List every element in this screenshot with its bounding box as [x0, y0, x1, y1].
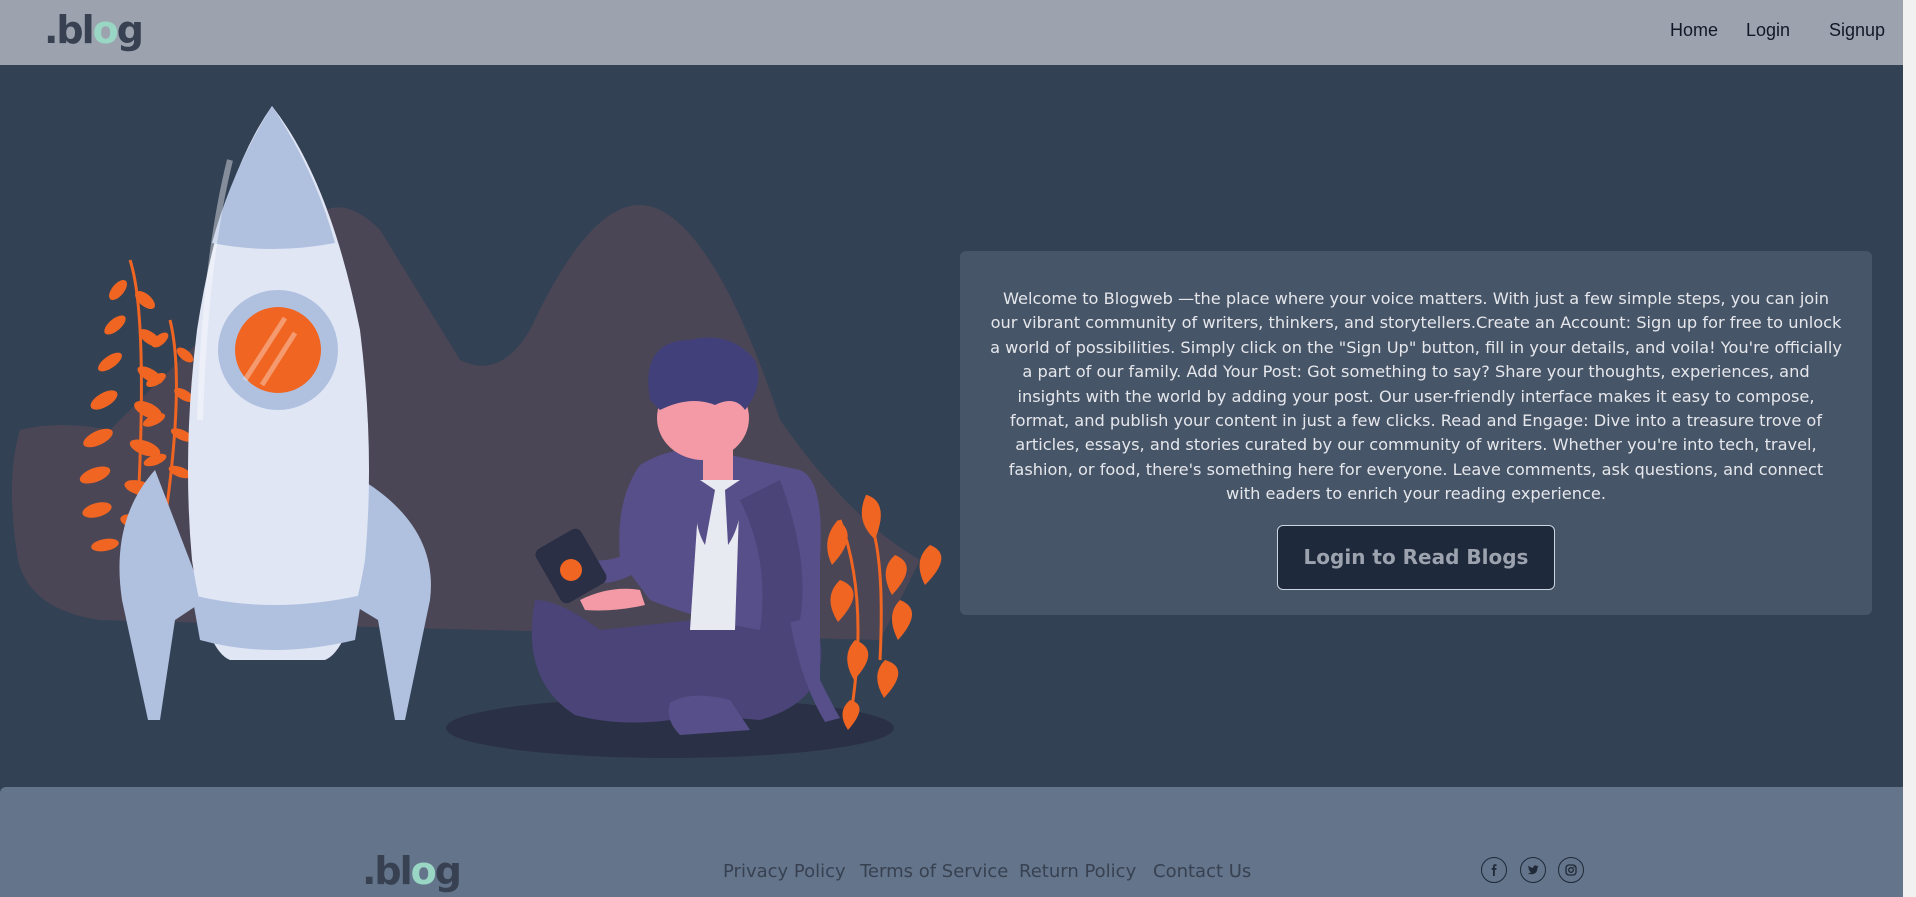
page-scrollbar[interactable]: [1903, 0, 1916, 897]
footer: .blog Privacy Policy Terms of Service Re…: [0, 787, 1916, 897]
hero-illustration: [11, 106, 942, 758]
return-policy-link[interactable]: Return Policy: [1019, 861, 1136, 882]
contact-us-link[interactable]: Contact Us: [1153, 861, 1251, 882]
nav-signup-link[interactable]: Signup: [1829, 20, 1885, 41]
privacy-policy-link[interactable]: Privacy Policy: [723, 861, 846, 882]
nav-login-link[interactable]: Login: [1746, 20, 1790, 41]
footer-logo[interactable]: .blog: [362, 847, 462, 895]
navbar: .blog Home Login Signup: [0, 0, 1916, 65]
login-to-read-button[interactable]: Login to Read Blogs: [1277, 524, 1555, 590]
twitter-icon[interactable]: [1520, 857, 1546, 883]
person-hair: [648, 337, 759, 410]
facebook-icon[interactable]: [1481, 857, 1507, 883]
instagram-icon[interactable]: [1558, 857, 1584, 883]
terms-of-service-link[interactable]: Terms of Service: [860, 861, 1008, 882]
nav-home-link[interactable]: Home: [1670, 20, 1718, 41]
brand-logo[interactable]: .blog: [44, 4, 144, 56]
rocket-nose: [212, 106, 335, 249]
welcome-card: Welcome to Blogweb —the place where your…: [960, 251, 1872, 615]
welcome-text: Welcome to Blogweb —the place where your…: [990, 289, 1842, 504]
